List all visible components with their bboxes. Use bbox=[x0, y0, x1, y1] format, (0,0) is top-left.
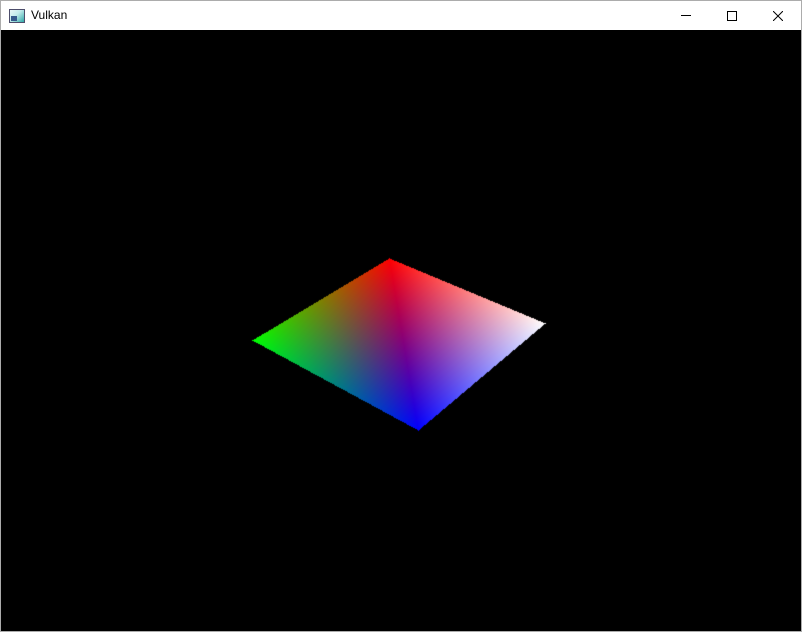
maximize-button[interactable] bbox=[709, 1, 755, 30]
minimize-icon bbox=[681, 15, 691, 16]
window-controls bbox=[663, 1, 801, 30]
minimize-button[interactable] bbox=[663, 1, 709, 30]
vulkan-window: Vulkan bbox=[0, 0, 802, 632]
close-icon bbox=[773, 10, 783, 21]
app-icon bbox=[9, 8, 25, 23]
vulkan-canvas bbox=[1, 30, 801, 631]
close-button[interactable] bbox=[755, 1, 801, 30]
titlebar[interactable]: Vulkan bbox=[1, 1, 801, 30]
window-title: Vulkan bbox=[31, 8, 68, 22]
maximize-icon bbox=[727, 10, 737, 21]
